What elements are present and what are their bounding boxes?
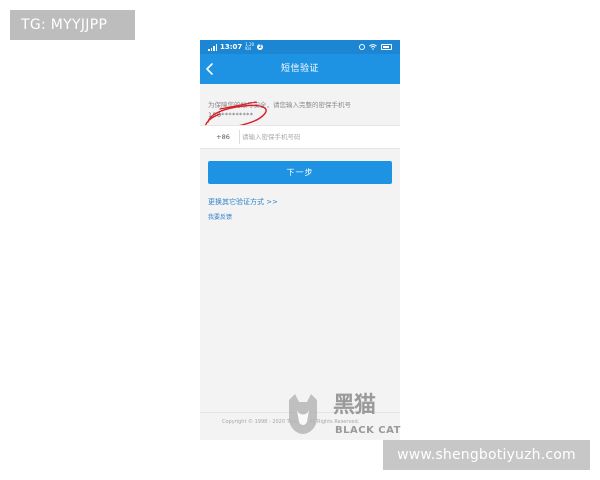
site-url-badge: www.shengbotiyuzh.com (383, 440, 590, 470)
feedback-link[interactable]: 我要反馈 (208, 212, 232, 221)
next-step-button[interactable]: 下一步 (208, 161, 392, 184)
phone-input-row: +86 (200, 125, 400, 149)
black-cat-logo-icon (289, 394, 317, 434)
notification-badge-icon: 2 (257, 44, 264, 50)
phone-number-input[interactable] (242, 128, 392, 146)
network-speed: 1.20 K/s (245, 43, 254, 51)
battery-icon (381, 44, 392, 50)
change-verification-method-link[interactable]: 更换其它验证方式 >> (208, 197, 278, 207)
status-left: 13:07 1.20 K/s 2 (208, 40, 264, 54)
nav-bar: 短信验证 (200, 54, 400, 84)
status-right (359, 40, 392, 54)
status-time: 13:07 (220, 43, 243, 51)
wifi-icon (369, 44, 377, 50)
country-code[interactable]: +86 (208, 126, 238, 148)
watermark-en-text: BLACK CAT (335, 425, 401, 436)
black-cat-watermark: 黑猫 BLACK CAT (285, 392, 405, 440)
phone-screen: 13:07 1.20 K/s 2 短信验证 为保障您的帐号安全，请您输入完整的密… (200, 40, 400, 440)
network-speed-unit: K/s (245, 46, 252, 51)
masked-phone-number: 180********* (208, 111, 254, 119)
watermark-cn-text: 黑猫 (333, 393, 376, 418)
signal-icon (208, 43, 217, 51)
input-divider (239, 130, 240, 144)
alarm-icon (359, 44, 365, 50)
screenshot-page: TG: MYYJJPP 13:07 1.20 K/s 2 短信验证 为保障您的帐… (0, 0, 600, 480)
tg-badge: TG: MYYJJPP (10, 10, 135, 40)
security-hint: 为保障您的帐号安全，请您输入完整的密保手机号 (208, 101, 351, 109)
page-title: 短信验证 (280, 64, 319, 74)
chevron-left-icon[interactable] (203, 61, 217, 77)
status-bar: 13:07 1.20 K/s 2 (200, 40, 400, 54)
